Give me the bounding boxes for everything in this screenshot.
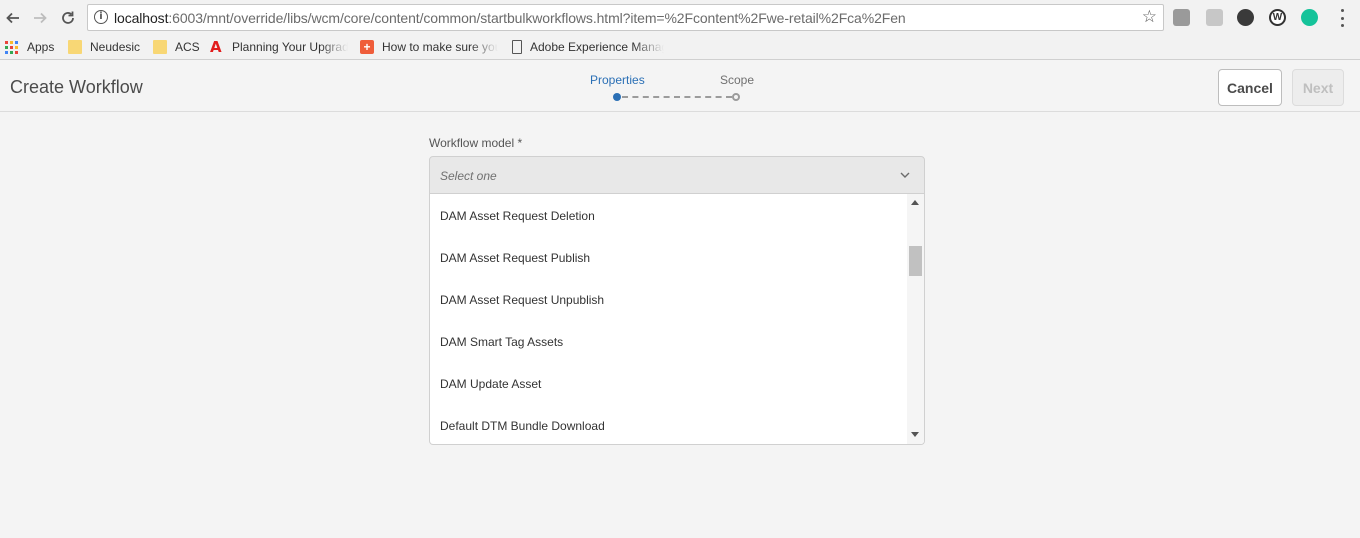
list-item[interactable]: DAM Smart Tag Assets bbox=[440, 335, 563, 349]
extension-pdf-icon[interactable] bbox=[1206, 9, 1223, 26]
step-indicator-active bbox=[613, 93, 621, 101]
page-title: Create Workflow bbox=[10, 77, 143, 97]
cancel-button[interactable]: Cancel bbox=[1218, 69, 1282, 106]
workflow-model-select[interactable]: Select one bbox=[429, 156, 925, 194]
url-host: localhost bbox=[114, 10, 169, 26]
info-icon[interactable]: i bbox=[94, 10, 108, 24]
bookmark-label: Apps bbox=[27, 40, 55, 54]
extension-grammarly-icon[interactable] bbox=[1301, 9, 1318, 26]
bookmark-adobe-experience-manager[interactable]: Adobe Experience Manager bbox=[512, 38, 664, 56]
menu-icon[interactable] bbox=[1335, 9, 1349, 27]
extension-w-icon[interactable]: W bbox=[1269, 9, 1286, 26]
step-properties: Properties bbox=[590, 73, 645, 87]
url-path: :6003/mnt/override/libs/wcm/core/content… bbox=[168, 10, 906, 26]
star-icon[interactable]: ☆ bbox=[1142, 8, 1157, 27]
page-icon bbox=[512, 40, 522, 54]
bookmark-label: Neudesic bbox=[90, 40, 141, 54]
step-indicator-inactive bbox=[732, 93, 740, 101]
list-item[interactable]: DAM Asset Request Deletion bbox=[440, 209, 595, 223]
folder-icon bbox=[153, 40, 167, 54]
listbox-scrollbar[interactable] bbox=[907, 194, 924, 444]
list-item[interactable]: DAM Update Asset bbox=[440, 377, 541, 391]
back-icon[interactable] bbox=[1, 6, 25, 30]
bookmark-label: Adobe Experience Manager bbox=[530, 40, 664, 54]
reload-icon[interactable] bbox=[56, 6, 80, 30]
bookmark-label: ACS bbox=[175, 40, 200, 54]
plus-icon: + bbox=[360, 40, 374, 54]
workflow-model-label: Workflow model * bbox=[429, 136, 523, 150]
chevron-down-icon bbox=[900, 172, 910, 178]
address-bar[interactable]: i localhost:6003/mnt/override/libs/wcm/c… bbox=[87, 4, 1164, 31]
bookmark-label: How to make sure your bbox=[382, 40, 498, 54]
bookmark-how-to-make-sure[interactable]: + How to make sure your bbox=[360, 38, 498, 56]
step-connector bbox=[622, 96, 732, 98]
apps-icon bbox=[5, 40, 18, 54]
select-placeholder: Select one bbox=[440, 169, 497, 183]
bookmarks-bar: Apps Neudesic ACS A Planning Your Upgrad… bbox=[0, 35, 1360, 60]
bookmark-label: Planning Your Upgrade bbox=[232, 40, 348, 54]
wizard-header: Create Workflow Properties Scope Cancel … bbox=[0, 61, 1360, 112]
bookmark-planning-upgrade[interactable]: A Planning Your Upgrade bbox=[210, 38, 348, 56]
wizard-progress bbox=[613, 93, 741, 101]
adobe-icon: A bbox=[210, 38, 222, 56]
step-scope: Scope bbox=[720, 73, 755, 87]
scroll-down-icon[interactable] bbox=[911, 432, 919, 437]
forward-icon[interactable] bbox=[28, 6, 52, 30]
bookmark-neudesic[interactable]: Neudesic bbox=[68, 38, 140, 56]
workflow-model-listbox[interactable]: DAM Asset Request Deletion DAM Asset Req… bbox=[429, 194, 925, 445]
list-item[interactable]: Default DTM Bundle Download bbox=[440, 419, 605, 433]
extension-g-icon[interactable] bbox=[1237, 9, 1254, 26]
list-item[interactable]: DAM Asset Request Unpublish bbox=[440, 293, 604, 307]
extension-shield-icon[interactable] bbox=[1173, 9, 1190, 26]
bookmark-acs[interactable]: ACS bbox=[153, 38, 200, 56]
scroll-up-icon[interactable] bbox=[911, 200, 919, 205]
next-button[interactable]: Next bbox=[1292, 69, 1344, 106]
scrollbar-thumb[interactable] bbox=[909, 246, 922, 276]
address-url: localhost:6003/mnt/override/libs/wcm/cor… bbox=[114, 10, 906, 26]
list-item[interactable]: DAM Asset Request Publish bbox=[440, 251, 590, 265]
folder-icon bbox=[68, 40, 82, 54]
browser-toolbar: i localhost:6003/mnt/override/libs/wcm/c… bbox=[0, 0, 1360, 35]
bookmark-apps[interactable]: Apps bbox=[5, 38, 54, 56]
